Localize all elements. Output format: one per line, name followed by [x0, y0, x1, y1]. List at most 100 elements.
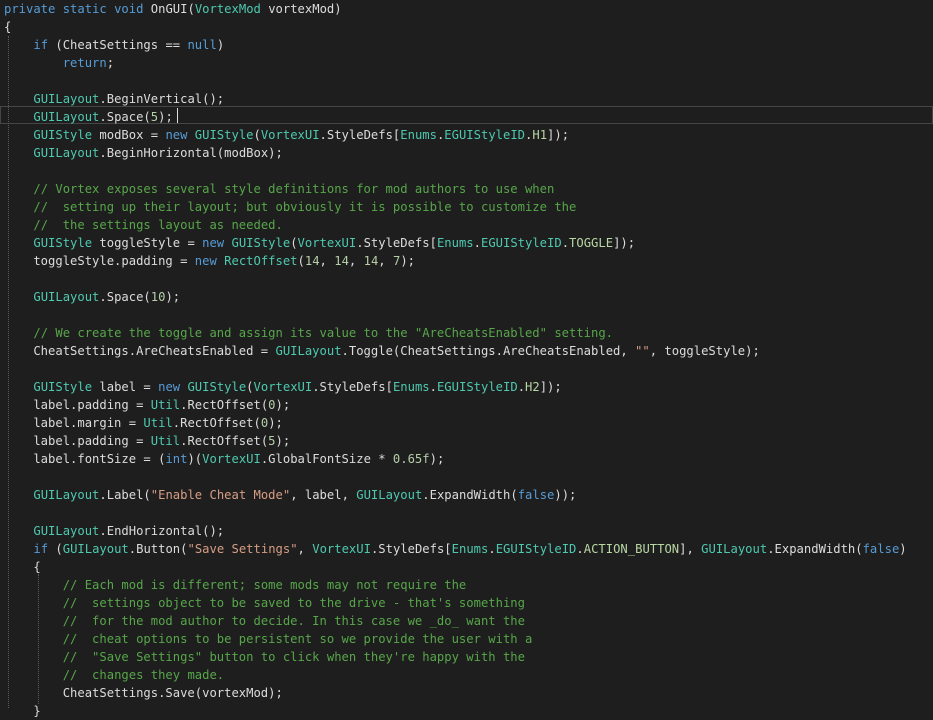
code-line[interactable]: label.padding = Util.RectOffset(5);: [4, 432, 290, 450]
code-token: 5: [268, 434, 276, 448]
code-token: VortexUI: [260, 128, 320, 142]
code-token: toggleStyle =: [92, 236, 203, 250]
code-token: label.margin =: [4, 416, 144, 430]
code-token: if: [33, 38, 49, 52]
code-line[interactable]: label.padding = Util.RectOffset(0);: [4, 396, 290, 414]
code-line[interactable]: GUILayout.BeginHorizontal(modBox);: [4, 144, 283, 162]
code-token: GUILayout: [33, 290, 100, 304]
code-token: , toggleStyle);: [649, 344, 760, 358]
code-line[interactable]: // Each mod is different; some mods may …: [4, 576, 467, 594]
code-line[interactable]: private static void OnGUI(VortexMod vort…: [4, 0, 342, 18]
code-token: label.padding =: [4, 434, 151, 448]
code-line[interactable]: // for the mod author to decide. In this…: [4, 612, 525, 630]
code-token: 14: [304, 254, 320, 268]
code-line[interactable]: label.fontSize = (int)(VortexUI.GlobalFo…: [4, 450, 444, 468]
code-line[interactable]: GUIStyle label = new GUIStyle(VortexUI.S…: [4, 378, 562, 396]
code-line[interactable]: label.margin = Util.RectOffset(0);: [4, 414, 283, 432]
code-line[interactable]: GUILayout.Space(10);: [4, 288, 180, 306]
code-token: {: [4, 560, 41, 574]
code-token: .: [517, 380, 526, 394]
code-token: (: [290, 236, 298, 250]
code-line[interactable]: // the settings layout as needed.: [4, 216, 282, 234]
code-token: .: [429, 380, 437, 394]
code-line[interactable]: // setting up their layout; but obviousl…: [4, 198, 576, 216]
code-line[interactable]: GUILayout.Space(5);: [4, 108, 173, 126]
code-token: .Toggle(CheatSettings.AreCheatsEnabled,: [341, 344, 636, 358]
code-token: (: [246, 380, 254, 394]
code-token: );: [400, 254, 416, 268]
code-token: .: [488, 542, 496, 556]
code-token: 0: [268, 398, 276, 412]
code-token: "Save Settings": [187, 542, 298, 556]
code-line[interactable]: GUILayout.EndHorizontal();: [4, 522, 224, 540]
code-token: void: [114, 2, 144, 16]
code-line[interactable]: {: [4, 558, 41, 576]
code-token: .: [473, 236, 481, 250]
code-line[interactable]: // Vortex exposes several style definiti…: [4, 180, 554, 198]
code-token: GUILayout: [33, 524, 100, 538]
code-line[interactable]: if (CheatSettings == null): [4, 36, 224, 54]
code-token: // for the mod author to decide. In this…: [62, 614, 525, 628]
code-token: 14: [363, 254, 379, 268]
code-line[interactable]: // We create the toggle and assign its v…: [4, 324, 613, 342]
code-token: RectOffset: [224, 254, 298, 268]
code-token: ]);: [539, 380, 562, 394]
code-token: .Space(: [99, 110, 151, 124]
code-line[interactable]: GUIStyle toggleStyle = new GUIStyle(Vort…: [4, 234, 635, 252]
code-line[interactable]: }: [4, 702, 41, 720]
code-token: .BeginVertical();: [99, 92, 225, 106]
code-token: Util: [150, 398, 181, 412]
code-token: }: [4, 704, 41, 718]
code-token: 10: [150, 290, 166, 304]
code-token: VortexUI: [253, 380, 313, 394]
code-token: OnGUI(: [143, 2, 195, 16]
code-line[interactable]: GUILayout.BeginVertical();: [4, 90, 224, 108]
code-token: // settings object to be saved to the dr…: [62, 596, 525, 610]
code-token: .EndHorizontal();: [99, 524, 225, 538]
code-token: new: [194, 254, 217, 268]
code-token: 14: [334, 254, 349, 268]
code-line[interactable]: toggleStyle.padding = new RectOffset(14,…: [4, 252, 415, 270]
code-token: ;: [106, 56, 115, 70]
code-token: vortexMod): [260, 2, 342, 16]
code-line[interactable]: if (GUILayout.Button("Save Settings", Vo…: [4, 540, 906, 558]
code-token: ,: [297, 542, 313, 556]
code-line[interactable]: {: [4, 18, 11, 36]
code-line[interactable]: return;: [4, 54, 114, 72]
code-line[interactable]: // "Save Settings" button to click when …: [4, 648, 525, 666]
code-token: );: [158, 110, 173, 124]
code-token: );: [275, 398, 291, 412]
code-line[interactable]: // cheat options to be persistent so we …: [4, 630, 533, 648]
code-token: (: [297, 254, 305, 268]
code-line[interactable]: GUIStyle modBox = new GUIStyle(VortexUI.…: [4, 126, 569, 144]
code-token: .StyleDefs[: [312, 380, 393, 394]
code-token: // We create the toggle and assign its v…: [33, 326, 614, 340]
code-token: .: [576, 542, 584, 556]
code-line[interactable]: // changes they made.: [4, 666, 224, 684]
code-line[interactable]: CheatSettings.Save(vortexMod);: [4, 684, 283, 702]
code-token: .BeginHorizontal(modBox);: [99, 146, 283, 160]
code-token: EGUIStyleID: [495, 542, 577, 556]
code-token: ],: [679, 542, 702, 556]
code-line[interactable]: GUILayout.Label("Enable Cheat Mode", lab…: [4, 486, 576, 504]
code-token: new: [158, 380, 181, 394]
code-token: GUIStyle: [33, 236, 93, 250]
code-line[interactable]: // settings object to be saved to the dr…: [4, 594, 525, 612]
code-token: H1: [532, 128, 548, 142]
code-token: CheatSettings.Save(vortexMod);: [4, 686, 283, 700]
code-token: , label,: [290, 488, 357, 502]
code-editor[interactable]: private static void OnGUI(VortexMod vort…: [0, 0, 933, 720]
code-token: VortexMod: [194, 2, 261, 16]
code-line[interactable]: CheatSettings.AreCheatsEnabled = GUILayo…: [4, 342, 760, 360]
code-token: );: [268, 416, 283, 430]
